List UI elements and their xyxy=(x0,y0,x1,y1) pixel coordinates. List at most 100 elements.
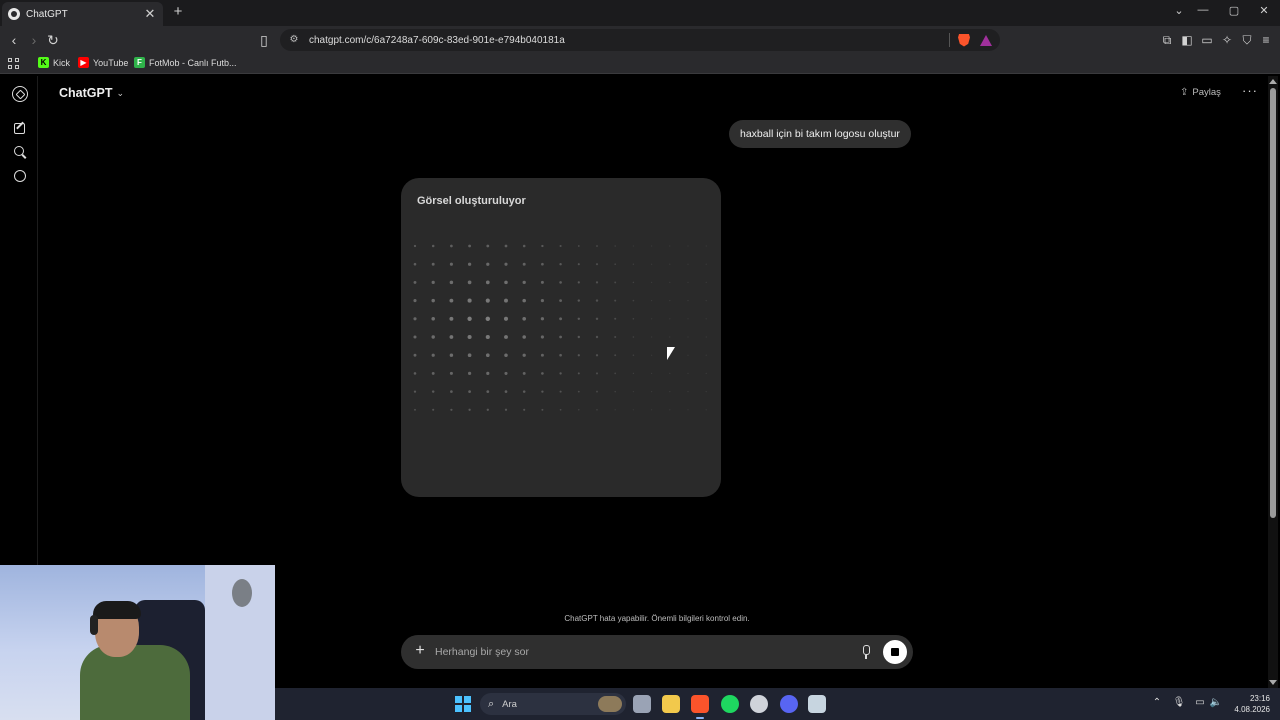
clock-time: 23:16 xyxy=(1249,694,1270,703)
loading-dot xyxy=(614,245,616,247)
task-view-icon[interactable] xyxy=(633,695,651,713)
browser-toolbar: ‹ › ↻ ▯ ⚙ chatgpt.com/c/6a7248a7-609c-83… xyxy=(0,26,1280,54)
browser-tab-bar: ChatGPT ✕ + ⌄ — ▢ ✕ xyxy=(0,0,1280,26)
loading-dot xyxy=(485,298,490,303)
minimize-button[interactable]: — xyxy=(1196,4,1210,16)
spotify-icon[interactable] xyxy=(721,695,739,713)
reload-icon[interactable]: ↻ xyxy=(45,32,61,48)
webcam-headset xyxy=(90,615,98,635)
loading-dot xyxy=(577,299,580,302)
openai-logo-icon[interactable] xyxy=(12,86,28,102)
page-scrollbar[interactable] xyxy=(1268,76,1278,688)
brave-shields-icon[interactable] xyxy=(958,33,970,47)
menu-icon[interactable]: ≡ xyxy=(1259,32,1273,48)
loading-dot xyxy=(687,318,689,320)
microphone-icon[interactable] xyxy=(859,644,873,660)
loading-dot xyxy=(595,263,599,266)
brave-rewards-icon[interactable] xyxy=(980,34,992,46)
webcam-lamp xyxy=(232,579,252,607)
bookmark-kick[interactable]: K Kick xyxy=(38,57,70,68)
taskbar-search[interactable]: ⌕ Ara xyxy=(480,693,626,715)
loading-dot xyxy=(431,371,435,375)
loading-dot xyxy=(632,245,634,247)
loading-dot xyxy=(504,335,508,339)
loading-dot xyxy=(413,353,417,357)
chats-icon[interactable] xyxy=(12,168,28,184)
active-app-indicator xyxy=(696,717,704,719)
maximize-button[interactable]: ▢ xyxy=(1227,4,1241,17)
scrollbar-thumb[interactable] xyxy=(1270,88,1276,518)
discord-icon[interactable] xyxy=(780,695,798,713)
loading-dot xyxy=(577,335,580,339)
tray-volume-icon[interactable]: 🔈 xyxy=(1209,697,1223,708)
new-chat-icon[interactable] xyxy=(12,120,28,136)
address-bar[interactable]: ⚙ chatgpt.com/c/6a7248a7-609c-83ed-901e-… xyxy=(280,29,1000,51)
loading-dot xyxy=(541,408,544,411)
close-window-button[interactable]: ✕ xyxy=(1257,4,1271,17)
loading-dot xyxy=(559,263,562,266)
vpn-shield-icon[interactable]: ⛉ xyxy=(1240,32,1254,48)
loading-dot xyxy=(486,371,490,375)
search-highlight-art xyxy=(598,696,622,712)
loading-dot xyxy=(522,262,526,266)
scroll-down-arrow-icon[interactable] xyxy=(1269,680,1277,685)
loading-dot xyxy=(614,317,617,320)
tray-overflow-icon[interactable]: ⌃ xyxy=(1150,697,1164,708)
site-info-icon[interactable]: ⚙ xyxy=(288,34,300,46)
loading-dot xyxy=(632,409,634,411)
loading-dot xyxy=(595,335,599,339)
more-options-button[interactable]: ··· xyxy=(1242,83,1258,98)
loading-dot xyxy=(559,281,562,284)
forward-icon[interactable]: › xyxy=(26,32,42,48)
browser-tab-chatgpt[interactable]: ChatGPT ✕ xyxy=(2,2,163,26)
loading-dot xyxy=(669,245,671,247)
extensions-icon[interactable]: ⧉ xyxy=(1160,32,1174,48)
loading-dot xyxy=(595,354,599,357)
scroll-up-arrow-icon[interactable] xyxy=(1269,79,1277,84)
tray-network-icon[interactable]: ▭ xyxy=(1193,697,1207,708)
brave-browser-icon[interactable] xyxy=(691,695,709,713)
tab-close-button[interactable]: ✕ xyxy=(143,7,157,21)
bookmarks-bar: K Kick ▶ YouTube F FotMob - Canlı Futb..… xyxy=(0,54,1280,74)
bookmark-fotmob[interactable]: F FotMob - Canlı Futb... xyxy=(134,57,237,68)
tab-search-button[interactable]: ⌄ xyxy=(1172,4,1186,17)
search-chats-icon[interactable] xyxy=(12,144,28,160)
loading-dot xyxy=(651,354,653,356)
model-selector[interactable]: ChatGPT ⌄ xyxy=(59,86,124,100)
loading-dot xyxy=(413,317,417,321)
bookmark-icon[interactable]: ▯ xyxy=(256,32,272,48)
loading-dot xyxy=(705,263,707,265)
share-icon: ⇪ xyxy=(1180,87,1189,98)
attach-plus-button[interactable]: + xyxy=(412,643,428,659)
loading-dot xyxy=(595,299,599,302)
steam-icon[interactable] xyxy=(808,695,826,713)
mouse-cursor xyxy=(667,347,675,360)
loading-dot xyxy=(450,244,453,248)
loading-dot xyxy=(687,336,689,338)
loading-dot xyxy=(431,317,435,321)
new-tab-button[interactable]: + xyxy=(170,3,186,21)
file-explorer-icon[interactable] xyxy=(662,695,680,713)
obs-icon[interactable] xyxy=(750,695,768,713)
url-text[interactable]: chatgpt.com/c/6a7248a7-609c-83ed-901e-e7… xyxy=(309,35,949,46)
taskbar-clock[interactable]: 23:16 4.08.2026 xyxy=(1230,693,1270,715)
wallet-icon[interactable]: ▭ xyxy=(1200,32,1214,48)
windows-taskbar: ⌕ Ara ⌃ 🎙 ▭ 🔈 23:16 4.08.2026 xyxy=(275,688,1280,720)
tray-microphone-icon[interactable]: 🎙 xyxy=(1172,697,1186,708)
apps-grid-icon[interactable] xyxy=(8,58,19,69)
loading-dot xyxy=(450,390,453,393)
webcam-person-hair xyxy=(93,601,141,619)
share-button[interactable]: ⇪ Paylaş xyxy=(1180,87,1221,98)
loading-dot xyxy=(541,244,544,248)
leo-ai-icon[interactable]: ✧ xyxy=(1220,32,1234,48)
loading-dot xyxy=(632,281,635,284)
loading-dot xyxy=(651,300,653,302)
loading-dot xyxy=(687,300,689,302)
windows-start-icon[interactable] xyxy=(455,696,471,712)
loading-dot xyxy=(413,372,417,375)
bookmark-youtube[interactable]: ▶ YouTube xyxy=(78,57,128,68)
sidebar-icon[interactable]: ◧ xyxy=(1180,32,1194,48)
stop-generating-button[interactable] xyxy=(883,640,907,664)
back-icon[interactable]: ‹ xyxy=(6,32,22,48)
prompt-input[interactable] xyxy=(435,643,855,661)
